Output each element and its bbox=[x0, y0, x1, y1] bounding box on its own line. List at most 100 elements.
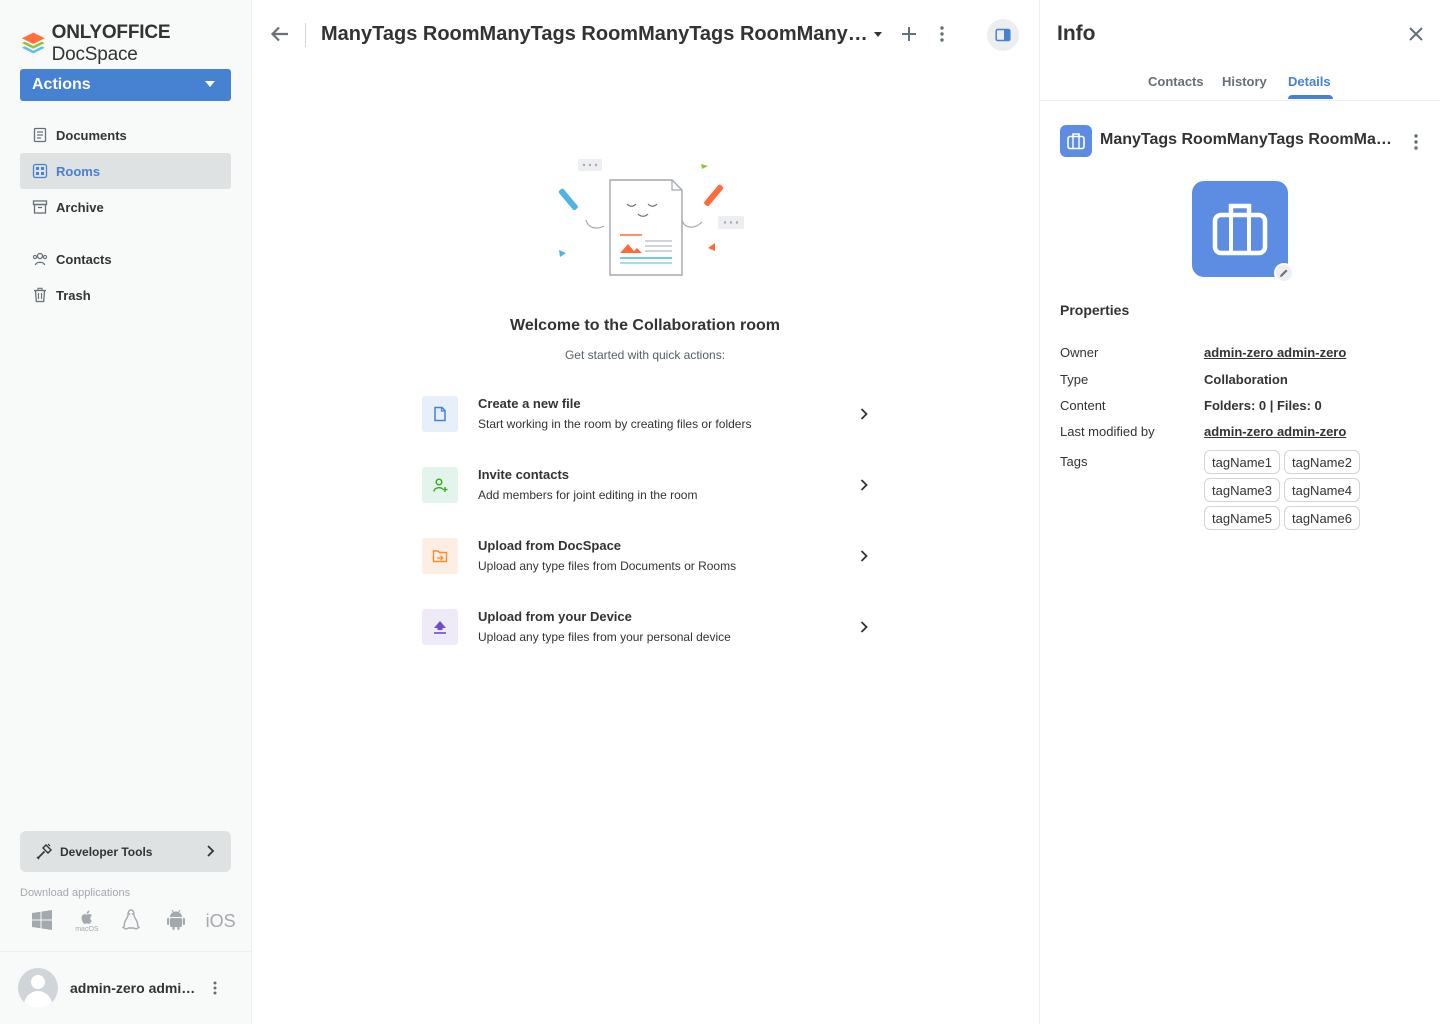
quick-action-title: Upload from your Device bbox=[478, 609, 632, 624]
plug-icon bbox=[36, 843, 52, 859]
plus-icon[interactable] bbox=[900, 25, 918, 43]
quick-action-title: Create a new file bbox=[478, 396, 581, 411]
windows-app-link[interactable] bbox=[20, 908, 65, 940]
property-value-last-modified-by[interactable]: admin-zero admin-zero bbox=[1204, 424, 1346, 439]
info-panel-toggle-button[interactable] bbox=[987, 19, 1019, 51]
quick-action-description: Upload any type files from Documents or … bbox=[478, 559, 737, 573]
quick-action-icon-box bbox=[422, 467, 458, 503]
archive-icon bbox=[32, 200, 48, 214]
chevron-right-icon bbox=[860, 408, 868, 420]
tab-details[interactable]: Details bbox=[1288, 74, 1331, 89]
sidebar-item-label: Trash bbox=[56, 287, 91, 303]
invite-contact-icon bbox=[433, 478, 448, 492]
tab-contacts[interactable]: Contacts bbox=[1148, 74, 1204, 89]
windows-icon bbox=[32, 910, 53, 930]
sidebar-item-contacts[interactable]: Contacts bbox=[20, 241, 231, 277]
room-logo bbox=[1192, 181, 1288, 277]
macos-app-link[interactable]: macOS bbox=[65, 908, 110, 940]
chevron-right-icon bbox=[860, 621, 868, 633]
room-header-row: ManyTags RoomManyTags RoomManyTags RoomM… bbox=[1060, 125, 1430, 157]
quick-action-upload-docspace[interactable]: Upload from DocSpace Upload any type fil… bbox=[422, 534, 878, 605]
chevron-right-icon bbox=[207, 845, 215, 857]
sidebar-item-label: Rooms bbox=[56, 163, 101, 179]
info-panel-tabs: Contacts History Details bbox=[1040, 66, 1440, 101]
quick-action-description: Start working in the room by creating fi… bbox=[478, 417, 752, 431]
actions-button[interactable]: Actions bbox=[20, 69, 231, 101]
quick-action-upload-device[interactable]: Upload from your Device Upload any type … bbox=[422, 605, 878, 676]
sidebar-item-documents[interactable]: Documents bbox=[20, 117, 231, 153]
main-header: ManyTags RoomManyTags RoomManyTags RoomM… bbox=[252, 0, 1039, 70]
briefcase-icon bbox=[1212, 203, 1268, 256]
trash-icon bbox=[34, 287, 46, 303]
quick-action-title: Upload from DocSpace bbox=[478, 538, 622, 553]
chevron-right-icon bbox=[860, 479, 868, 491]
linux-icon bbox=[122, 909, 141, 930]
quick-action-title: Invite contacts bbox=[478, 467, 570, 482]
edit-logo-button[interactable] bbox=[1274, 263, 1294, 283]
quick-action-icon-box bbox=[422, 609, 458, 645]
empty-room-illustration bbox=[558, 159, 744, 276]
property-value-type: Collaboration bbox=[1204, 372, 1288, 387]
apple-icon bbox=[81, 910, 92, 924]
property-label-tags: Tags bbox=[1060, 454, 1088, 469]
tag-chip[interactable]: tagName6 bbox=[1283, 506, 1360, 530]
property-label-last-modified-by: Last modified by bbox=[1060, 424, 1155, 439]
quick-action-invite-contacts[interactable]: Invite contacts Add members for joint ed… bbox=[422, 463, 878, 534]
sidebar-item-label: Archive bbox=[56, 199, 104, 215]
download-apps-label: Download applications bbox=[20, 887, 131, 899]
avatar-body bbox=[24, 991, 52, 1008]
tag-chip[interactable]: tagName4 bbox=[1283, 478, 1360, 502]
sidebar-item-trash[interactable]: Trash bbox=[20, 277, 231, 313]
sidebar-item-label: Contacts bbox=[56, 251, 112, 267]
ios-caption: iOS bbox=[205, 911, 236, 931]
rooms-icon bbox=[32, 163, 48, 179]
properties-title: Properties bbox=[1060, 302, 1130, 318]
android-icon bbox=[167, 909, 186, 930]
tab-history[interactable]: History bbox=[1222, 74, 1267, 89]
vertical-dots-icon[interactable] bbox=[207, 980, 223, 996]
quick-action-description: Add members for joint editing in the roo… bbox=[478, 488, 698, 502]
chevron-right-icon bbox=[860, 550, 868, 562]
android-app-link[interactable] bbox=[154, 908, 199, 940]
tag-chip[interactable]: tagName5 bbox=[1204, 506, 1280, 530]
ios-app-link[interactable]: iOS bbox=[198, 908, 243, 940]
quick-action-create-file[interactable]: Create a new file Start working in the r… bbox=[422, 392, 878, 463]
sidebar-item-rooms[interactable]: Rooms bbox=[20, 153, 231, 189]
avatar-head bbox=[31, 975, 45, 989]
upload-folder-icon bbox=[432, 550, 448, 563]
tag-chip[interactable]: tagName1 bbox=[1204, 450, 1280, 474]
logo[interactable]: ONLYOFFICE DocSpace bbox=[20, 22, 251, 66]
user-profile[interactable]: admin-zero admin-zero bbox=[0, 951, 251, 1024]
briefcase-icon bbox=[1067, 133, 1085, 150]
property-label-content: Content bbox=[1060, 398, 1106, 413]
quick-action-description: Upload any type files from your personal… bbox=[478, 630, 731, 644]
arrow-back-icon[interactable] bbox=[270, 24, 290, 44]
tag-chip[interactable]: tagName3 bbox=[1204, 478, 1280, 502]
tags-list: tagName1 tagName2 tagName3 tagName4 tagN… bbox=[1204, 450, 1374, 530]
caret-down-icon[interactable] bbox=[874, 32, 882, 37]
tag-chip[interactable]: tagName2 bbox=[1283, 450, 1360, 474]
vertical-dots-icon[interactable] bbox=[1408, 133, 1424, 151]
sidebar-nav: Documents Rooms Archive Contacts Trash bbox=[20, 117, 231, 313]
info-panel: Info Contacts History Details ManyTags R… bbox=[1039, 0, 1440, 1024]
sidebar-item-archive[interactable]: Archive bbox=[20, 189, 231, 225]
quick-action-icon-box bbox=[422, 538, 458, 574]
property-value-content: Folders: 0 | Files: 0 bbox=[1204, 398, 1322, 413]
user-name: admin-zero admin-zero bbox=[70, 980, 200, 996]
quick-action-icon-box bbox=[422, 396, 458, 432]
panel-icon bbox=[995, 28, 1011, 42]
logo-text: ONLYOFFICE DocSpace bbox=[51, 22, 171, 65]
room-icon-small bbox=[1060, 125, 1092, 157]
linux-app-link[interactable] bbox=[109, 908, 154, 940]
avatar[interactable] bbox=[18, 968, 58, 1008]
header-divider bbox=[305, 23, 306, 47]
upload-device-icon bbox=[434, 621, 446, 634]
developer-tools-button[interactable]: Developer Tools bbox=[20, 831, 231, 872]
onlyoffice-logo-icon bbox=[21, 32, 45, 54]
property-value-owner[interactable]: admin-zero admin-zero bbox=[1204, 345, 1346, 360]
vertical-dots-icon[interactable] bbox=[934, 25, 950, 43]
pencil-icon bbox=[1280, 269, 1288, 277]
quick-actions-list: Create a new file Start working in the r… bbox=[422, 392, 878, 676]
close-icon[interactable] bbox=[1408, 26, 1424, 42]
